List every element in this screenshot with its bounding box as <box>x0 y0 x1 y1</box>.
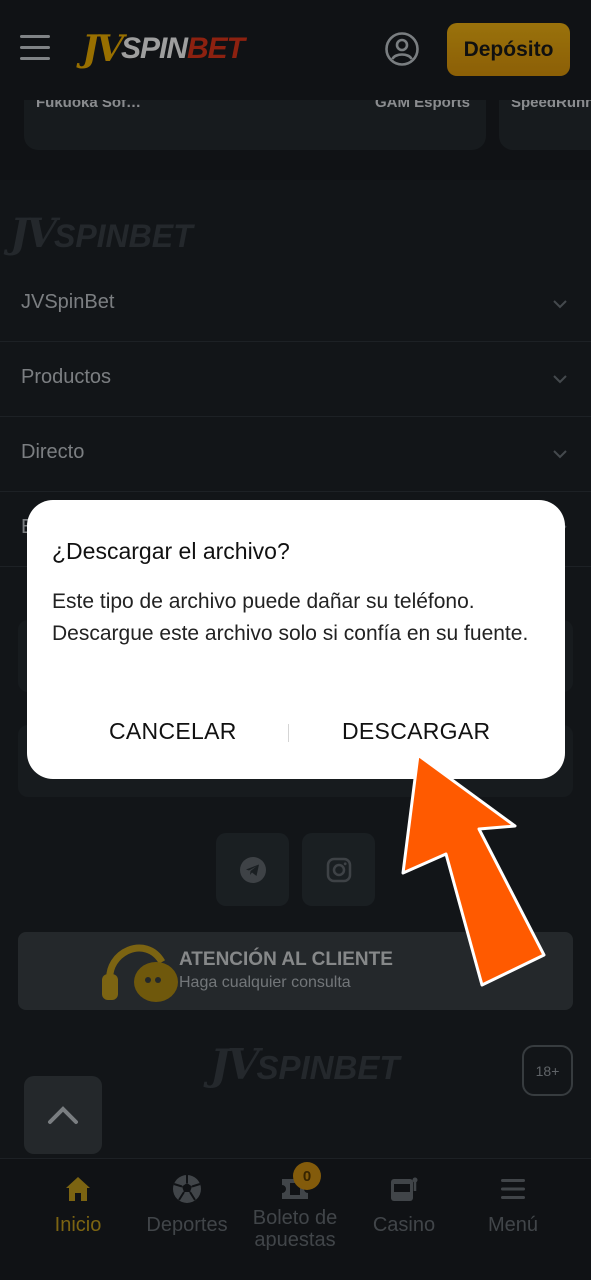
button-divider <box>288 724 289 742</box>
dialog-message: Este tipo de archivo puede dañar su telé… <box>52 590 529 645</box>
cancel-button[interactable]: CANCELAR <box>109 718 237 745</box>
download-button[interactable]: DESCARGAR <box>342 718 490 745</box>
dialog-title: ¿Descargar el archivo? <box>52 538 290 564</box>
download-confirm-dialog: ¿Descargar el archivo? Este tipo de arch… <box>27 500 565 779</box>
